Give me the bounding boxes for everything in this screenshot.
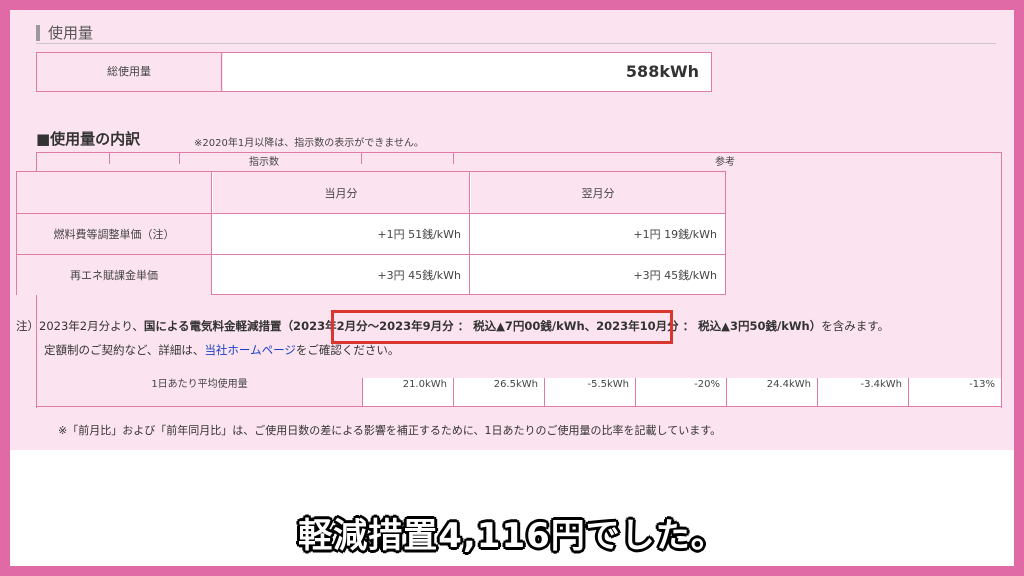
note-bold-measure: 国による電気料金軽減措置 xyxy=(143,319,282,333)
highlight-box xyxy=(331,310,673,344)
breakdown-note: ※2020年1月以降は、指示数の表示ができません。 xyxy=(194,138,424,149)
current-month-value: +3円 45銭/kWh xyxy=(213,255,470,295)
comparison-footnote: ※「前月比」および「前年同月比」は、ご使用日数の差による影響を補正するために、1… xyxy=(58,424,722,437)
fuel-adjustment-row: 燃料費等調整単価（注） +1円 51銭/kWh +1円 19銭/kWh xyxy=(17,213,725,254)
next-month-value: +3円 45銭/kWh xyxy=(633,269,717,282)
avg-cell: 24.4kWh xyxy=(727,378,817,406)
header-blank xyxy=(17,172,212,213)
next-month-value: +1円 19銭/kWh xyxy=(633,228,717,241)
contract-note: 定額制のご契約など、詳細は、当社ホームページをご確認ください。 xyxy=(44,342,399,358)
header-meter-reading: 指示数 xyxy=(249,157,279,168)
note2-prefix: 定額制のご契約など、詳細は、 xyxy=(44,343,205,357)
header-current-month: 当月分 xyxy=(213,172,470,213)
daily-average-label: 1日あたり平均使用量 xyxy=(151,379,248,390)
unit-price-header-row: 当月分 翌月分 xyxy=(17,172,725,213)
header-next-month: 翌月分 xyxy=(471,172,725,213)
screen: 使用量 総使用量 588kWh ■使用量の内訳 ※2020年1月以降は、指示数の… xyxy=(10,10,1014,566)
total-usage-value: 588kWh xyxy=(223,53,711,91)
row-label: 再エネ賦課金単価 xyxy=(17,255,212,295)
note2-suffix: をご確認ください。 xyxy=(295,343,400,357)
usage-heading-text: 使用量 xyxy=(48,24,94,42)
note-prefix: 注）2023年2月分より、 xyxy=(16,319,144,333)
breakdown-heading: ■使用量の内訳 xyxy=(36,130,141,148)
note-suffix: を含みます。 xyxy=(821,319,890,333)
total-usage-row: 総使用量 588kWh xyxy=(36,52,712,92)
avg-cell: -3.4kWh xyxy=(818,378,908,406)
avg-cell: -20% xyxy=(636,378,726,406)
header-reference: 参考 xyxy=(715,157,735,168)
avg-cell: -13% xyxy=(909,378,1001,406)
avg-cell: 21.0kWh xyxy=(363,378,453,406)
avg-cell: 26.5kWh xyxy=(454,378,544,406)
heading-marker xyxy=(36,25,40,41)
row-label: 燃料費等調整単価（注） xyxy=(17,214,212,254)
daily-average-row: 1日あたり平均使用量 21.0kWh 26.5kWh -5.5kWh -20% … xyxy=(37,378,1001,406)
usage-section-heading: 使用量 xyxy=(36,22,996,44)
unit-price-table: 当月分 翌月分 燃料費等調整単価（注） +1円 51銭/kWh +1円 19銭/… xyxy=(16,171,726,295)
homepage-link[interactable]: 当社ホームページ xyxy=(204,343,295,357)
total-usage-label: 総使用量 xyxy=(37,53,222,91)
avg-cell: -5.5kWh xyxy=(545,378,635,406)
current-month-value: +1円 51銭/kWh xyxy=(213,214,470,254)
video-subtitle: 軽減措置4,116円でした。 xyxy=(298,516,726,556)
renewable-surcharge-row: 再エネ賦課金単価 +3円 45銭/kWh +3円 45銭/kWh xyxy=(17,254,725,295)
